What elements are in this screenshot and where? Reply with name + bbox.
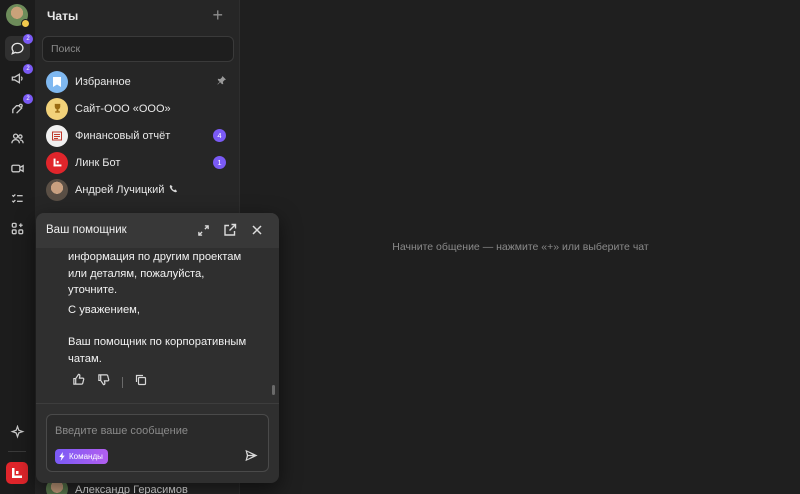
message-line: или деталям, пожалуйста, xyxy=(68,267,205,280)
pin-icon xyxy=(217,75,226,88)
nav-assistant-button[interactable] xyxy=(5,420,30,445)
search-input[interactable] xyxy=(42,36,234,62)
contacts-icon xyxy=(11,133,24,144)
assistant-message: информация по другим проектам или деталя… xyxy=(68,249,268,367)
thread-icon xyxy=(12,103,23,114)
message-input[interactable] xyxy=(55,425,240,437)
chat-item[interactable]: Александр Герасимов xyxy=(35,478,240,494)
phone-icon xyxy=(170,184,178,192)
nav-video-button[interactable] xyxy=(5,156,30,181)
new-chat-button[interactable]: + xyxy=(212,5,223,26)
megaphone-icon xyxy=(11,73,23,84)
lightning-icon xyxy=(59,452,65,461)
chat-list-title: Чаты xyxy=(47,9,79,23)
nav-badge: 2 xyxy=(23,34,33,44)
copy-button[interactable] xyxy=(135,373,147,391)
scrollbar[interactable] xyxy=(272,385,275,395)
expand-button[interactable] xyxy=(194,221,212,239)
external-link-icon xyxy=(224,223,237,236)
close-icon xyxy=(252,225,262,235)
commands-label: Команды xyxy=(69,452,103,461)
bookmark-icon xyxy=(46,70,68,93)
status-indicator xyxy=(21,19,30,28)
nav-chats-button[interactable]: 2 xyxy=(5,34,33,61)
message-line: Ваш помощник по корпоративным xyxy=(68,336,247,348)
chat-item[interactable]: Сайт-ООО «ООО» xyxy=(35,95,240,122)
chat-bubble-icon xyxy=(11,42,24,55)
sparkle-icon xyxy=(10,425,25,439)
send-icon xyxy=(245,449,258,462)
video-icon xyxy=(11,164,24,173)
assistant-panel: Ваш помощник информация по другим проект… xyxy=(36,213,279,483)
chat-item[interactable]: Финансовый отчёт 4 xyxy=(35,122,240,149)
app-logo[interactable] xyxy=(6,462,28,484)
brand-logo-icon xyxy=(12,468,22,478)
nav-badge: 2 xyxy=(23,64,33,74)
rail-divider xyxy=(8,451,26,452)
chat-name: Финансовый отчёт xyxy=(75,129,171,142)
message-line: уточните. xyxy=(68,284,118,296)
close-button[interactable] xyxy=(248,221,266,239)
assistant-divider xyxy=(36,403,279,404)
chat-name: Избранное xyxy=(75,75,131,88)
apps-icon xyxy=(11,222,24,235)
report-icon xyxy=(46,124,68,147)
chat-item[interactable]: Андрей Лучицкий xyxy=(35,176,240,203)
expand-icon xyxy=(197,224,209,236)
nav-contacts-button[interactable] xyxy=(5,126,30,151)
send-button[interactable] xyxy=(244,448,260,464)
main-panel: Начните общение — нажмите «+» или выбери… xyxy=(241,0,800,494)
message-greeting: С уважением, xyxy=(68,303,140,316)
thumbs-up-icon xyxy=(73,373,85,385)
thumbs-down-icon xyxy=(98,374,110,386)
chat-name: Линк Бот xyxy=(75,156,121,169)
message-actions xyxy=(72,373,147,391)
dislike-button[interactable] xyxy=(97,373,110,391)
unread-badge: 1 xyxy=(213,156,226,169)
assistant-title: Ваш помощник xyxy=(46,224,127,236)
nav-threads-button[interactable]: 2 xyxy=(5,94,33,121)
avatar xyxy=(46,178,68,201)
message-composer: Команды xyxy=(46,414,269,472)
message-line: информация по другим проектам xyxy=(68,251,242,263)
chat-name: Сайт-ООО «ООО» xyxy=(75,102,171,115)
chat-item[interactable]: Линк Бот 1 xyxy=(35,149,240,176)
tasks-icon xyxy=(11,194,23,203)
empty-state-text: Начните общение — нажмите «+» или выбери… xyxy=(392,241,649,253)
nav-badge: 2 xyxy=(23,94,33,104)
assistant-header: Ваш помощник xyxy=(36,213,279,248)
nav-rail: 2 2 2 xyxy=(0,0,35,494)
nav-tasks-button[interactable] xyxy=(5,186,30,211)
unread-badge: 4 xyxy=(213,129,226,142)
chat-item[interactable]: Избранное xyxy=(35,68,240,95)
actions-divider xyxy=(122,376,123,388)
trophy-icon xyxy=(46,97,68,120)
chat-name: Александр Герасимов xyxy=(75,484,188,494)
commands-button[interactable]: Команды xyxy=(55,449,108,464)
nav-channels-button[interactable]: 2 xyxy=(5,64,33,91)
like-button[interactable] xyxy=(72,373,85,391)
open-external-button[interactable] xyxy=(221,221,239,239)
message-line: чатам. xyxy=(68,352,102,365)
nav-apps-button[interactable] xyxy=(5,216,30,241)
user-avatar[interactable] xyxy=(6,4,30,28)
link-logo-icon xyxy=(46,151,68,174)
chat-name: Андрей Лучицкий xyxy=(75,184,178,196)
copy-icon xyxy=(135,374,147,386)
